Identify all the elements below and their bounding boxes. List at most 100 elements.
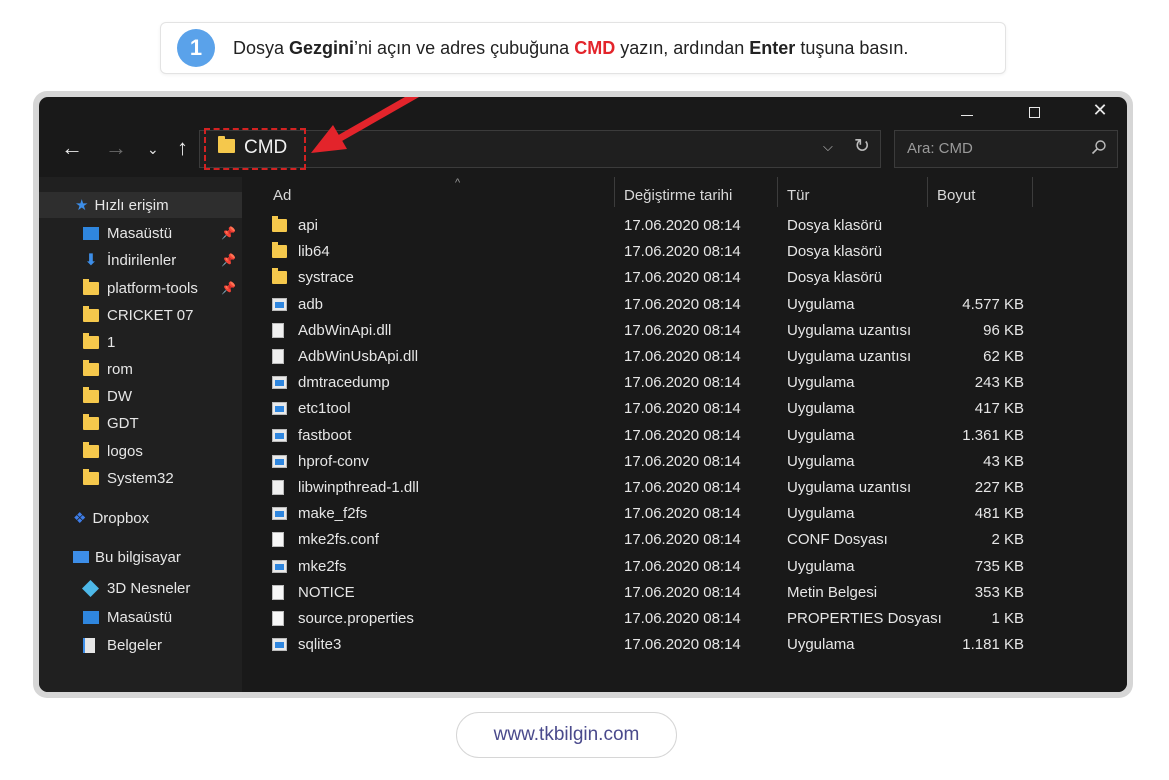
navigation-pane: ★ Hızlı erişim Masaüstü 📌 ⬇ İndirilenler… — [39, 177, 242, 692]
folder-icon — [272, 216, 287, 232]
dll-file-icon — [272, 322, 284, 338]
file-name: dmtracedump — [298, 374, 390, 392]
refresh-icon[interactable]: ↻ — [854, 135, 870, 158]
file-size: 1.181 KB — [962, 636, 1024, 654]
file-row[interactable]: AdbWinUsbApi.dll 17.06.2020 08:14 Uygulama… — [242, 344, 1032, 370]
folder-icon — [218, 136, 235, 153]
sidebar-item-cricket-07[interactable]: CRICKET 07 — [39, 302, 242, 328]
address-input-value[interactable]: CMD — [244, 137, 287, 159]
file-row[interactable]: api 17.06.2020 08:14 Dosya klasörü — [242, 213, 1032, 239]
file-size: 227 KB — [974, 479, 1024, 496]
file-row[interactable]: libwinpthread-1.dll 17.06.2020 08:14 Uygul… — [242, 475, 1032, 501]
column-divider[interactable] — [614, 177, 615, 207]
sidebar-item-downloads[interactable]: ⬇ İndirilenler 📌 — [39, 247, 242, 273]
file-row[interactable]: adb 17.06.2020 08:14 Uygulama 4.577 KB — [242, 292, 1032, 318]
instruction-emphasis: Gezgini — [289, 37, 355, 58]
folder-icon — [83, 441, 99, 458]
search-icon[interactable] — [1091, 139, 1107, 155]
sidebar-item-system32[interactable]: System32 — [39, 465, 242, 491]
file-row[interactable]: sqlite3 17.06.2020 08:14 Uygulama 1.181 KB — [242, 632, 1032, 658]
column-header-type[interactable]: Tür — [787, 187, 810, 204]
computer-icon — [73, 551, 89, 563]
up-arrow-icon[interactable]: ↑ — [177, 135, 188, 161]
column-divider[interactable] — [1032, 177, 1033, 207]
column-divider[interactable] — [777, 177, 778, 207]
file-row[interactable]: lib64 17.06.2020 08:14 Dosya klasörü — [242, 239, 1032, 265]
file-type: Uygulama — [787, 426, 855, 444]
sidebar-item-documents[interactable]: Belgeler — [39, 632, 242, 658]
instruction-part: tuşuna basın. — [795, 37, 909, 58]
sidebar-item-rom[interactable]: rom — [39, 356, 242, 382]
pin-icon[interactable]: 📌 — [221, 226, 236, 240]
file-size: 96 KB — [983, 321, 1024, 339]
star-icon: ★ — [75, 197, 89, 214]
file-date: 17.06.2020 08:14 — [624, 217, 741, 234]
file-row[interactable]: NOTICE 17.06.2020 08:14 Metin Belgesi 353 K… — [242, 580, 1032, 606]
search-box[interactable] — [894, 130, 1118, 168]
file-explorer-window: ✕ ← → ⌄ ↑ CMD ⌵ ↻ ★ Hızlı erişim — [39, 97, 1127, 692]
sidebar-item-label: 1 — [107, 333, 116, 351]
file-name: NOTICE — [298, 583, 355, 601]
file-row[interactable]: source.properties 17.06.2020 08:14 PROPERT… — [242, 606, 1032, 632]
sidebar-item-dw[interactable]: DW — [39, 383, 242, 409]
back-arrow-icon[interactable]: ← — [61, 135, 83, 161]
sidebar-item-3d-objects[interactable]: 3D Nesneler — [39, 575, 242, 601]
sidebar-item-label: Masaüstü — [107, 224, 173, 242]
instruction-part: yazın, ardından — [615, 37, 750, 58]
sidebar-item-dropbox[interactable]: ❖ Dropbox — [39, 505, 242, 531]
sidebar-item-desktop-pc[interactable]: Masaüstü — [39, 604, 242, 630]
folder-icon — [83, 305, 99, 322]
recent-locations-chevron-icon[interactable]: ⌄ — [147, 141, 159, 158]
minimize-button[interactable] — [952, 103, 982, 125]
search-input[interactable] — [907, 140, 1077, 157]
column-header-size[interactable]: Boyut — [937, 187, 975, 204]
file-type: Uygulama — [787, 505, 855, 523]
sidebar-item-desktop[interactable]: Masaüstü 📌 — [39, 220, 242, 246]
maximize-button[interactable] — [1019, 103, 1049, 125]
file-row[interactable]: mke2fs 17.06.2020 08:14 Uygulama 735 KB — [242, 554, 1032, 580]
file-row[interactable]: mke2fs.conf 17.06.2020 08:14 CONF Dosyası 2… — [242, 527, 1032, 553]
file-row[interactable]: fastboot 17.06.2020 08:14 Uygulama 1.361 KB — [242, 423, 1032, 449]
folder-icon — [83, 386, 99, 403]
sidebar-item-label: rom — [107, 360, 133, 378]
sidebar-item-gdt[interactable]: GDT — [39, 410, 242, 436]
column-header-date[interactable]: Değiştirme tarihi — [624, 187, 732, 204]
file-date: 17.06.2020 08:14 — [624, 557, 741, 575]
file-size: 735 KB — [974, 557, 1024, 575]
window-frame: ✕ ← → ⌄ ↑ CMD ⌵ ↻ ★ Hızlı erişim — [33, 91, 1133, 698]
file-name: fastboot — [298, 426, 352, 444]
address-dropdown-chevron-icon[interactable]: ⌵ — [823, 139, 833, 155]
file-name: api — [298, 217, 319, 234]
file-type: PROPERTIES Dosyası — [787, 610, 942, 627]
file-name: adb — [298, 295, 324, 313]
file-type: Uygulama — [787, 557, 855, 575]
sort-ascending-caret-icon: ^ — [455, 177, 461, 189]
sidebar-item-this-pc[interactable]: Bu bilgisayar — [39, 544, 242, 570]
sidebar-item-1[interactable]: 1 — [39, 329, 242, 355]
file-row[interactable]: systrace 17.06.2020 08:14 Dosya klasörü — [242, 265, 1032, 291]
file-date: 17.06.2020 08:14 — [624, 295, 741, 313]
folder-icon — [83, 413, 99, 430]
sidebar-item-label: platform-tools — [107, 279, 198, 297]
sidebar-item-quick-access[interactable]: ★ Hızlı erişim — [39, 192, 242, 218]
file-row[interactable]: make_f2fs 17.06.2020 08:14 Uygulama 481 KB — [242, 501, 1032, 527]
file-row[interactable]: hprof-conv 17.06.2020 08:14 Uygulama 43 KB — [242, 449, 1032, 475]
column-divider[interactable] — [927, 177, 928, 207]
file-row[interactable]: dmtracedump 17.06.2020 08:14 Uygulama 243 K… — [242, 370, 1032, 396]
close-button[interactable]: ✕ — [1085, 100, 1115, 122]
pin-icon[interactable]: 📌 — [221, 253, 236, 267]
sidebar-item-logos[interactable]: logos — [39, 438, 242, 464]
file-row[interactable]: AdbWinApi.dll 17.06.2020 08:14 Uygulama uz… — [242, 318, 1032, 344]
file-size: 4.577 KB — [962, 295, 1024, 313]
folder-icon — [272, 242, 287, 259]
pin-icon[interactable]: 📌 — [221, 281, 236, 295]
sidebar-item-platform-tools[interactable]: platform-tools 📌 — [39, 275, 242, 301]
step-number-badge: 1 — [177, 29, 215, 67]
forward-arrow-icon[interactable]: → — [105, 135, 127, 161]
application-icon — [272, 638, 287, 652]
column-header-name[interactable]: Ad — [273, 187, 291, 204]
file-row[interactable]: etc1tool 17.06.2020 08:14 Uygulama 417 KB — [242, 396, 1032, 422]
dropbox-icon: ❖ — [73, 510, 87, 527]
application-icon — [272, 297, 287, 311]
file-size: 243 KB — [974, 374, 1024, 392]
